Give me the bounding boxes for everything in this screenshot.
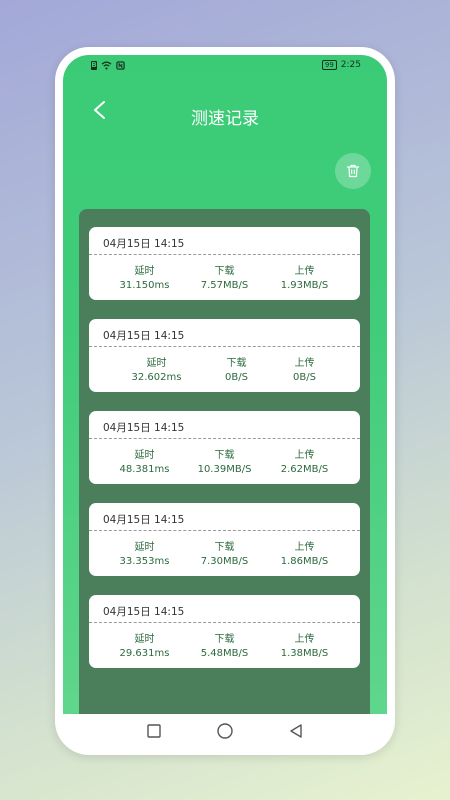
- status-bar: B 99 2:25: [63, 55, 387, 79]
- record-card[interactable]: 04月15日 14:15 延时 32.602ms 下载 0B/S 上传 0B/S: [89, 319, 360, 392]
- upload-label: 上传: [294, 266, 315, 277]
- download-value: 7.30MB/S: [200, 556, 249, 567]
- records-panel: 04月15日 14:15 延时 31.150ms 下载 7.57MB/S 上传 …: [79, 209, 370, 714]
- record-card[interactable]: 04月15日 14:15 延时 31.150ms 下载 7.57MB/S 上传 …: [89, 227, 360, 300]
- dashed-divider: [89, 346, 360, 347]
- page-title: 测速记录: [191, 109, 259, 129]
- download-label: 下载: [214, 450, 235, 461]
- upload-value: 1.93MB/S: [280, 280, 329, 291]
- latency-column: 延时 33.353ms: [107, 541, 182, 569]
- record-card[interactable]: 04月15日 14:15 延时 33.353ms 下载 7.30MB/S 上传 …: [89, 503, 360, 576]
- delete-records-button[interactable]: [335, 153, 371, 189]
- record-date: 04月15日 14:15: [103, 422, 185, 434]
- latency-value: 29.631ms: [119, 648, 170, 659]
- download-value: 5.48MB/S: [200, 648, 249, 659]
- upload-column: 上传 1.38MB/S: [267, 633, 342, 661]
- app-screen: B 99 2:25 测速记录 04月15日 14:15 延时 31.150ms …: [63, 55, 387, 714]
- latency-value: 32.602ms: [131, 372, 182, 383]
- download-label: 下载: [214, 634, 235, 645]
- battery-indicator: 99: [321, 60, 337, 70]
- download-column: 下载 10.39MB/S: [187, 449, 262, 477]
- record-date: 04月15日 14:15: [103, 238, 185, 250]
- nfc-icon: [116, 61, 125, 70]
- latency-column: 延时 48.381ms: [107, 449, 182, 477]
- latency-value: 33.353ms: [119, 556, 170, 567]
- download-label: 下载: [214, 542, 235, 553]
- upload-label: 上传: [294, 358, 315, 369]
- upload-column: 上传 1.93MB/S: [267, 265, 342, 293]
- latency-value: 31.150ms: [119, 280, 170, 291]
- upload-column: 上传 0B/S: [267, 357, 342, 385]
- dashed-divider: [89, 254, 360, 255]
- upload-value: 1.38MB/S: [280, 648, 329, 659]
- download-column: 下载 5.48MB/S: [187, 633, 262, 661]
- dashed-divider: [89, 530, 360, 531]
- latency-column: 延时 31.150ms: [107, 265, 182, 293]
- download-column: 下载 7.57MB/S: [187, 265, 262, 293]
- upload-column: 上传 1.86MB/S: [267, 541, 342, 569]
- record-card[interactable]: 04月15日 14:15 延时 48.381ms 下载 10.39MB/S 上传…: [89, 411, 360, 484]
- record-card[interactable]: 04月15日 14:15 延时 29.631ms 下载 5.48MB/S 上传 …: [89, 595, 360, 668]
- wifi-icon: [101, 61, 112, 70]
- download-value: 0B/S: [225, 372, 248, 383]
- latency-label: 延时: [134, 450, 155, 461]
- latency-label: 延时: [146, 358, 167, 369]
- upload-label: 上传: [294, 450, 315, 461]
- home-circle-icon[interactable]: [216, 722, 234, 740]
- upload-value: 0B/S: [293, 372, 316, 383]
- latency-column: 延时 29.631ms: [107, 633, 182, 661]
- record-date: 04月15日 14:15: [103, 606, 185, 618]
- latency-value: 48.381ms: [119, 464, 170, 475]
- dashed-divider: [89, 438, 360, 439]
- phone-frame: B 99 2:25 测速记录 04月15日 14:15 延时 31.150ms …: [55, 47, 395, 755]
- download-column: 下载 7.30MB/S: [187, 541, 262, 569]
- upload-value: 1.86MB/S: [280, 556, 329, 567]
- dashed-divider: [89, 622, 360, 623]
- status-time: 2:25: [340, 60, 361, 70]
- download-column: 下载 0B/S: [199, 357, 274, 385]
- download-value: 10.39MB/S: [197, 464, 252, 475]
- system-nav-bar: [63, 714, 387, 748]
- record-date: 04月15日 14:15: [103, 330, 185, 342]
- upload-label: 上传: [294, 542, 315, 553]
- latency-label: 延时: [134, 634, 155, 645]
- latency-column: 延时 32.602ms: [119, 357, 194, 385]
- back-triangle-icon[interactable]: [288, 723, 304, 739]
- download-value: 7.57MB/S: [200, 280, 249, 291]
- latency-label: 延时: [134, 542, 155, 553]
- app-header: 测速记录: [63, 91, 387, 141]
- record-date: 04月15日 14:15: [103, 514, 185, 526]
- upload-column: 上传 2.62MB/S: [267, 449, 342, 477]
- upload-value: 2.62MB/S: [280, 464, 329, 475]
- recents-square-icon[interactable]: [146, 723, 162, 739]
- download-label: 下载: [226, 358, 247, 369]
- download-label: 下载: [214, 266, 235, 277]
- upload-label: 上传: [294, 634, 315, 645]
- sim-icon: B: [91, 61, 97, 70]
- latency-label: 延时: [134, 266, 155, 277]
- trash-icon: [346, 164, 360, 178]
